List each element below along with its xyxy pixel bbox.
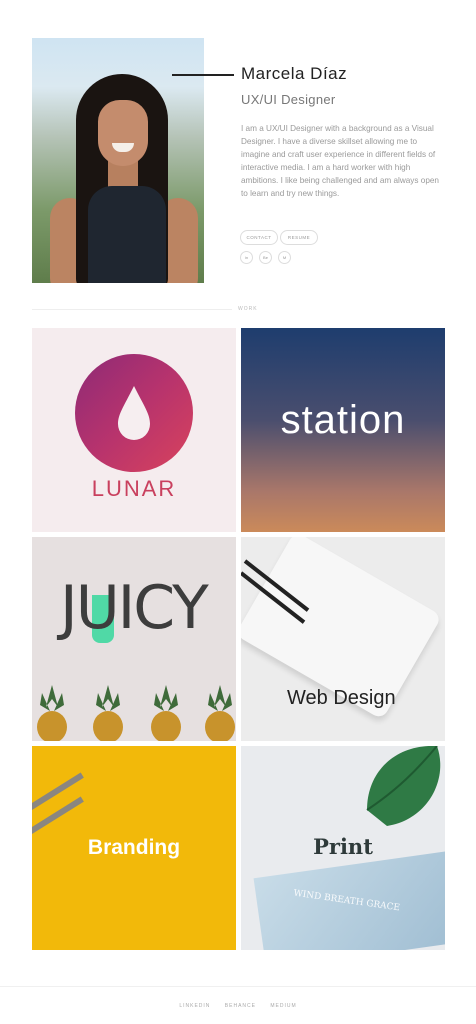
profile-name: Marcela Díaz: [241, 64, 348, 83]
resume-button[interactable]: RESUME: [280, 230, 318, 245]
project-tile-branding[interactable]: Branding: [32, 746, 236, 950]
project-tile-print[interactable]: Print WIND BREATH GRACE: [241, 746, 445, 950]
project-title: station: [280, 398, 406, 442]
pineapple-icon: [93, 685, 123, 741]
project-tile-lunar[interactable]: LUNAR: [32, 328, 236, 532]
project-tile-web-design[interactable]: Web Design: [241, 537, 445, 741]
profile-role: UX/UI Designer: [241, 92, 336, 107]
project-title: LUNAR: [91, 476, 177, 501]
pineapple-icon: [205, 685, 235, 741]
leaf-icon: [366, 746, 441, 826]
footer-link-linkedin[interactable]: LINKEDIN: [179, 1003, 210, 1009]
pineapple-icon: [151, 685, 181, 741]
project-title: Web Design: [287, 687, 396, 709]
work-section-label: WORK: [238, 306, 258, 312]
footer-link-behance[interactable]: BEHANCE: [225, 1003, 256, 1009]
medium-icon[interactable]: M: [278, 251, 291, 264]
project-title: JUICY: [60, 573, 209, 643]
project-title: Branding: [87, 836, 181, 859]
footer-link-medium[interactable]: MEDIUM: [270, 1003, 296, 1009]
drop-icon: [118, 386, 150, 440]
behance-icon[interactable]: Be: [259, 251, 272, 264]
linkedin-icon[interactable]: in: [240, 251, 253, 264]
project-tile-station[interactable]: station: [241, 328, 445, 532]
project-tile-juicy[interactable]: JUICY: [32, 537, 236, 741]
name-accent-line: [172, 74, 234, 76]
profile-bio: I am a UX/UI Designer with a background …: [241, 124, 439, 198]
work-divider: [32, 309, 232, 310]
footer-divider: [0, 986, 476, 987]
contact-button[interactable]: CONTACT: [240, 230, 278, 245]
footer-links: LINKEDIN BEHANCE MEDIUM: [0, 1003, 476, 1009]
pineapple-icon: [37, 685, 67, 741]
